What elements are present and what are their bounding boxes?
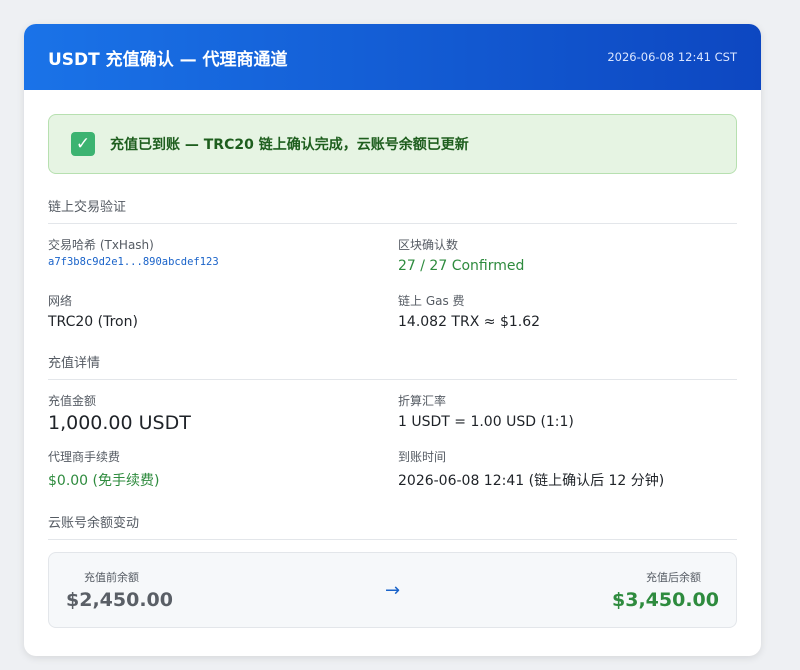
- arrival-value: 2026-06-08 12:41 (链上确认后 12 分钟): [398, 473, 665, 489]
- recharge-fields: 充值金额 1,000.00 USDT 折算汇率 1 USDT = 1.00 US…: [48, 392, 737, 490]
- arrow-right-icon: →: [384, 579, 401, 601]
- amount-label: 充值金额: [48, 394, 97, 408]
- network-value: TRC20 (Tron): [48, 314, 138, 330]
- arrival-field: 到账时间 2026-06-08 12:41 (链上确认后 12 分钟): [398, 448, 737, 490]
- chain-section-title: 链上交易验证: [48, 196, 737, 224]
- fee-label: 代理商手续费: [48, 450, 121, 464]
- recharge-confirmation-card: USDT 充值确认 — 代理商通道 2026-06-08 12:41 CST ✓…: [24, 24, 761, 656]
- confirmations-field: 区块确认数 27 / 27 Confirmed: [398, 236, 737, 274]
- balance-before: 充值前余额 $2,450.00: [66, 569, 173, 611]
- balance-change-box: 充值前余额 $2,450.00 → 充值后余额 $3,450.00: [48, 552, 737, 628]
- chain-fields: 交易哈希 (TxHash) a7f3b8c9d2e1...890abcdef12…: [48, 236, 737, 330]
- arrival-label: 到账时间: [398, 450, 447, 464]
- network-label: 网络: [48, 294, 73, 308]
- fee-value: $0.00 (免手续费): [48, 473, 160, 489]
- balance-section-title: 云账号余额变动: [48, 512, 737, 540]
- rate-value: 1 USDT = 1.00 USD (1:1): [398, 414, 574, 430]
- header-timestamp: 2026-06-08 12:41 CST: [607, 50, 737, 64]
- txhash-field: 交易哈希 (TxHash) a7f3b8c9d2e1...890abcdef12…: [48, 236, 398, 274]
- success-message: 充值已到账 — TRC20 链上确认完成，云账号余额已更新: [110, 137, 469, 153]
- balance-before-value: $2,450.00: [66, 589, 173, 611]
- network-field: 网络 TRC20 (Tron): [48, 292, 398, 330]
- confirmations-value: 27 / 27 Confirmed: [398, 258, 525, 274]
- amount-field: 充值金额 1,000.00 USDT: [48, 392, 398, 434]
- txhash-label: 交易哈希 (TxHash): [48, 238, 154, 252]
- txhash-link[interactable]: a7f3b8c9d2e1...890abcdef123: [48, 256, 398, 268]
- rate-field: 折算汇率 1 USDT = 1.00 USD (1:1): [398, 392, 737, 434]
- gas-value: 14.082 TRX ≈ $1.62: [398, 314, 541, 330]
- check-icon: ✓: [71, 132, 95, 156]
- page-title: USDT 充值确认 — 代理商通道: [48, 49, 288, 70]
- card-header: USDT 充值确认 — 代理商通道 2026-06-08 12:41 CST: [24, 24, 761, 90]
- gas-field: 链上 Gas 费 14.082 TRX ≈ $1.62: [398, 292, 737, 330]
- balance-after-label: 充值后余额: [646, 571, 701, 584]
- confirmations-label: 区块确认数: [398, 238, 459, 252]
- balance-before-label: 充值前余额: [84, 571, 139, 584]
- success-alert: ✓ 充值已到账 — TRC20 链上确认完成，云账号余额已更新: [48, 114, 737, 174]
- gas-label: 链上 Gas 费: [398, 294, 465, 308]
- fee-field: 代理商手续费 $0.00 (免手续费): [48, 448, 398, 490]
- amount-value: 1,000.00 USDT: [48, 412, 191, 434]
- card-body: ✓ 充值已到账 — TRC20 链上确认完成，云账号余额已更新 链上交易验证 交…: [24, 90, 761, 628]
- balance-after: 充值后余额 $3,450.00: [612, 569, 719, 611]
- rate-label: 折算汇率: [398, 394, 447, 408]
- balance-after-value: $3,450.00: [612, 589, 719, 611]
- recharge-section-title: 充值详情: [48, 352, 737, 380]
